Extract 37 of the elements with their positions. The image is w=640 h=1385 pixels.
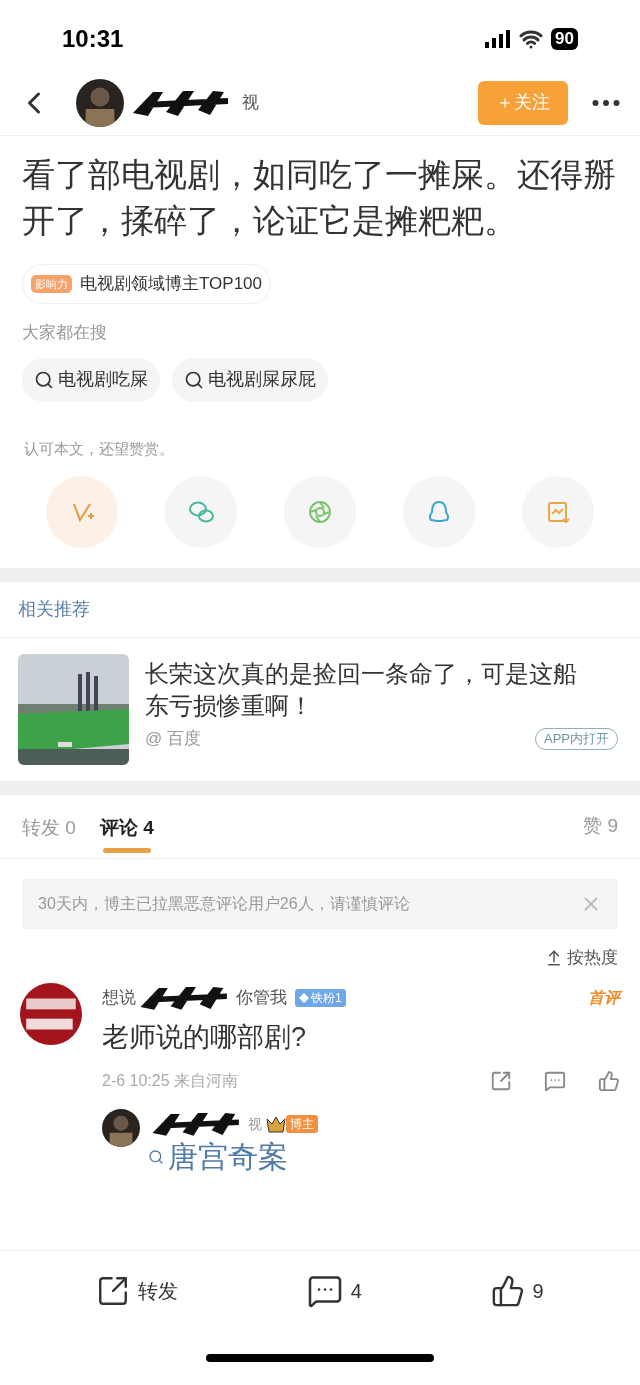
search-icon [34, 369, 54, 390]
share-icon[interactable] [490, 1070, 512, 1092]
battery-indicator: 90 [551, 28, 578, 50]
commenter-name[interactable]: 想说 [102, 984, 136, 1011]
related-headline[interactable]: 长荣这次真的是捡回一条命了，可是这船东亏损惨重啊！ [145, 658, 618, 722]
bottom-action-button[interactable]: 4 [306, 1272, 362, 1309]
comment-meta: 2-6 10:25 来自河南 [102, 1071, 239, 1091]
search-suggestion[interactable]: 电视剧屎尿屁 [172, 357, 328, 402]
commenter-name[interactable]: 你管我 [236, 984, 287, 1011]
thumbs-up-icon [490, 1273, 525, 1308]
status-time: 10:31 [62, 24, 124, 54]
related-title: 相关推荐 [0, 582, 640, 638]
comment-text: 老师说的哪部剧? [102, 1020, 308, 1054]
notice-text: 30天内，博主已拉黑恶意评论用户26人，请谨慎评论 [38, 894, 410, 914]
diamond-icon [299, 992, 309, 1003]
sort-icon [545, 948, 563, 967]
bottom-action-button[interactable]: 转发 [96, 1273, 179, 1308]
search-suggestion[interactable]: 电视剧吃屎 [22, 357, 160, 402]
reply-icon[interactable] [544, 1070, 566, 1092]
signal-icon [485, 30, 512, 48]
search-link[interactable]: 唐宫奇案 [148, 1139, 318, 1175]
search-icon [148, 1149, 164, 1165]
fan-badge: 铁粉1 [295, 988, 346, 1007]
related-source: @ 百度 [145, 728, 201, 750]
badge-text: 电视剧领域博主TOP100 [80, 273, 262, 296]
comment-tab[interactable]: 评论 4 [99, 799, 154, 854]
sort-button[interactable]: 按热度 [567, 945, 618, 971]
section-title: 大家都在搜 [21, 322, 108, 344]
bottom-action-button[interactable]: 9 [490, 1273, 544, 1308]
author-name[interactable]: 视 [242, 89, 259, 116]
crown-icon [266, 1115, 286, 1133]
author-badge: 博主 [286, 1115, 318, 1133]
reward-tip: 认可本文，还望赞赏。 [23, 438, 175, 459]
badge-tag: 影响力 [31, 275, 72, 293]
thumbs-up-icon[interactable] [598, 1070, 620, 1092]
search-icon [184, 369, 204, 390]
post-text: 看了部电视剧，如同吃了一摊屎。还得掰开了，揉碎了，论证它是摊粑粑。 [21, 155, 617, 241]
